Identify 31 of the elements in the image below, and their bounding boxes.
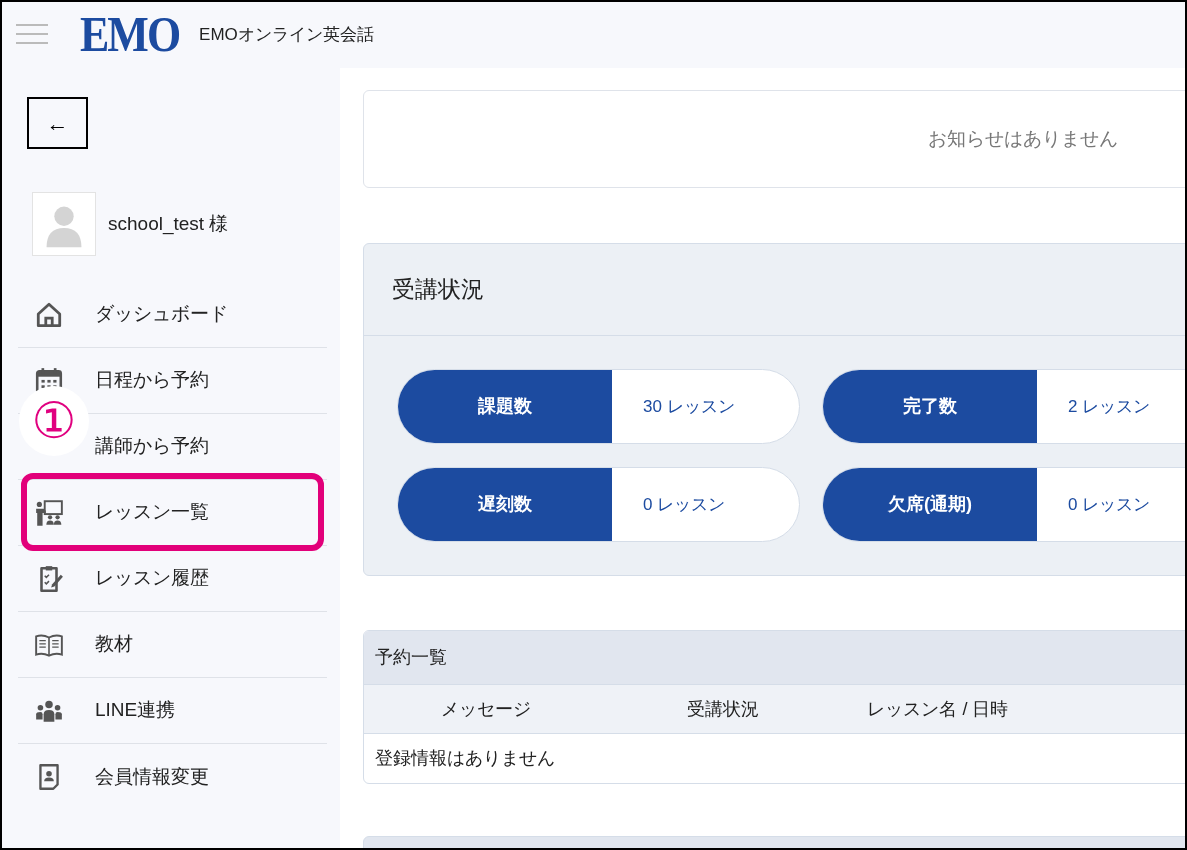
sidebar-item[interactable]: 教材 xyxy=(95,612,327,677)
stat-label: 欠席(通期) xyxy=(823,468,1037,541)
sidebar-item[interactable]: 講師から予約 xyxy=(95,414,327,479)
stat-label: 遅刻数 xyxy=(398,468,612,541)
back-button[interactable]: ← xyxy=(27,97,88,149)
column-header: 受講状況 xyxy=(686,697,760,721)
empty-message: 登録情報はありません xyxy=(375,747,555,770)
stat-label: 完了数 xyxy=(823,370,1037,443)
card-title: 受講状況 xyxy=(392,275,484,305)
card-title: 予約一覧 xyxy=(375,646,447,669)
sidebar-item[interactable]: LINE連携 xyxy=(95,678,327,743)
sidebar-item[interactable]: 日程から予約 xyxy=(95,348,327,413)
stat-value: 0 レッスン xyxy=(1067,493,1151,516)
sidebar-item[interactable]: ダッシュボード xyxy=(95,282,327,347)
teacher-with-students-icon xyxy=(34,497,64,528)
sidebar-item[interactable]: 会員情報変更 xyxy=(95,744,327,810)
menu-icon[interactable] xyxy=(16,24,50,46)
sidebar-item[interactable]: レッスン一覧 xyxy=(95,480,327,545)
notice-text: お知らせはありません xyxy=(928,126,1118,151)
stat-value: 2 レッスン xyxy=(1067,395,1151,418)
stat-label: 課題数 xyxy=(398,370,612,443)
site-title: EMOオンライン英会話 xyxy=(199,24,374,47)
stat-value: 0 レッスン xyxy=(642,493,726,516)
logo: EMO xyxy=(80,9,180,61)
avatar-placeholder xyxy=(32,192,96,256)
step-number-label: ① xyxy=(31,396,77,446)
column-header: レッスン名 / 日時 xyxy=(866,697,1010,721)
column-header: メッセージ xyxy=(440,697,532,721)
sidebar-item[interactable]: レッスン履歴 xyxy=(95,546,327,611)
user-name: school_test 様 xyxy=(108,211,229,237)
stat-value: 30 レッスン xyxy=(642,395,735,418)
